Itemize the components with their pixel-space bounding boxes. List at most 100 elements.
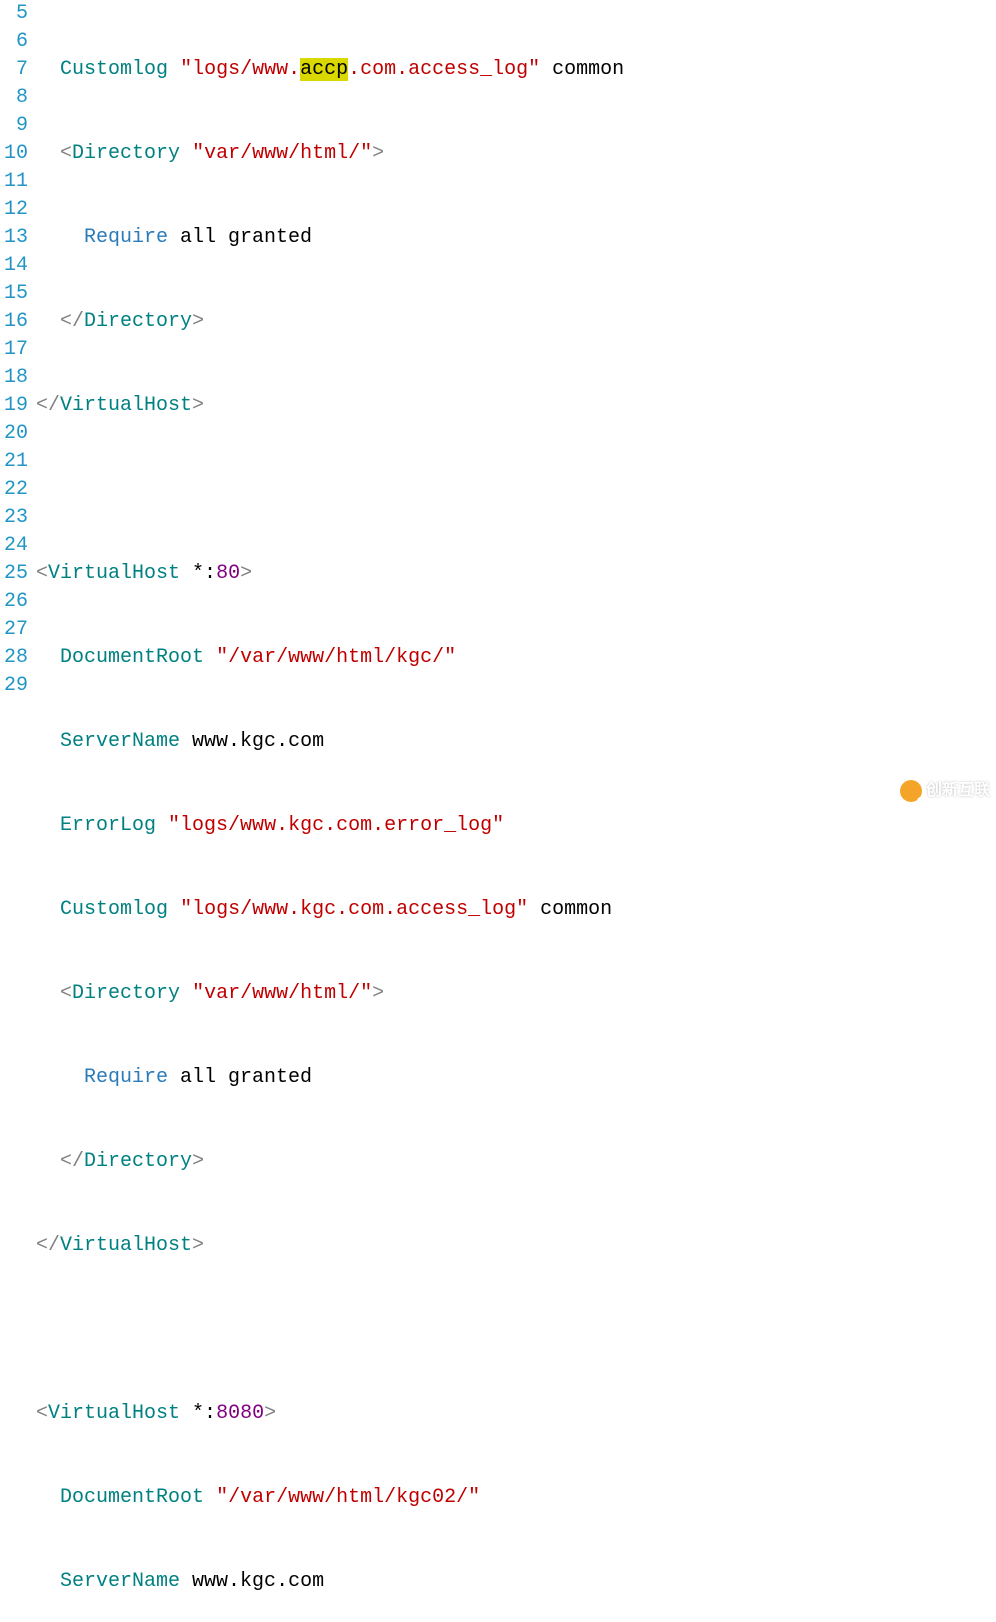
- line-number: 6: [0, 28, 28, 56]
- code-line[interactable]: </Directory>: [36, 308, 996, 336]
- bracket: >: [372, 982, 384, 1005]
- keyword: Customlog: [60, 58, 168, 81]
- keyword: Require: [84, 226, 168, 249]
- keyword: Customlog: [60, 898, 168, 921]
- code-line[interactable]: ServerName www.kgc.com: [36, 728, 996, 756]
- code-line[interactable]: ServerName www.kgc.com: [36, 1568, 996, 1596]
- line-number: 5: [0, 0, 28, 28]
- tag: VirtualHost: [60, 1234, 192, 1257]
- string: "var/www/html/": [192, 982, 372, 1005]
- tag: VirtualHost: [60, 394, 192, 417]
- string: "var/www/html/": [192, 142, 372, 165]
- string: "logs/www.: [180, 58, 300, 81]
- keyword: DocumentRoot: [60, 646, 204, 669]
- bracket: >: [264, 1402, 276, 1425]
- bracket: >: [192, 394, 204, 417]
- code-line[interactable]: DocumentRoot "/var/www/html/kgc/": [36, 644, 996, 672]
- keyword: ServerName: [60, 730, 180, 753]
- code-line[interactable]: [36, 476, 996, 504]
- code-line[interactable]: Require all granted: [36, 1064, 996, 1092]
- code-line[interactable]: DocumentRoot "/var/www/html/kgc02/": [36, 1484, 996, 1512]
- bracket: </: [36, 394, 60, 417]
- bracket: <: [60, 982, 72, 1005]
- text: all granted: [168, 1066, 312, 1089]
- code-area[interactable]: Customlog "logs/www.accp.com.access_log"…: [36, 0, 996, 1622]
- keyword: Require: [84, 1066, 168, 1089]
- text: all granted: [168, 226, 312, 249]
- line-number: 15: [0, 280, 28, 308]
- bracket: >: [192, 1234, 204, 1257]
- line-number: 12: [0, 196, 28, 224]
- keyword: ServerName: [60, 1570, 180, 1593]
- bracket: >: [192, 1150, 204, 1173]
- code-line[interactable]: [36, 1316, 996, 1344]
- tag: VirtualHost: [48, 1402, 180, 1425]
- indent: [36, 58, 60, 81]
- code-line[interactable]: </Directory>: [36, 1148, 996, 1176]
- bracket: >: [372, 142, 384, 165]
- code-line[interactable]: <Directory "var/www/html/">: [36, 980, 996, 1008]
- code-line[interactable]: </VirtualHost>: [36, 1232, 996, 1260]
- string: "/var/www/html/kgc/": [216, 646, 456, 669]
- line-number: 11: [0, 168, 28, 196]
- bracket: >: [192, 310, 204, 333]
- bracket: >: [240, 562, 252, 585]
- code-editor[interactable]: 5678910111213141516171819202122232425262…: [0, 0, 996, 1622]
- bracket: </: [60, 310, 84, 333]
- text: common: [540, 58, 624, 81]
- keyword: DocumentRoot: [60, 1486, 204, 1509]
- watermark-text: 创新互联: [926, 777, 990, 805]
- text: common: [528, 898, 612, 921]
- string: .com.access_log": [348, 58, 540, 81]
- line-number-gutter: 5678910111213141516171819202122232425262…: [0, 0, 36, 1622]
- line-number: 23: [0, 504, 28, 532]
- bracket: <: [60, 142, 72, 165]
- line-number: 19: [0, 392, 28, 420]
- port-number: 80: [216, 562, 240, 585]
- bracket: </: [60, 1150, 84, 1173]
- line-number: 20: [0, 420, 28, 448]
- string: "logs/www.kgc.com.error_log": [168, 814, 504, 837]
- keyword: ErrorLog: [60, 814, 156, 837]
- code-line[interactable]: Require all granted: [36, 224, 996, 252]
- code-line[interactable]: </VirtualHost>: [36, 392, 996, 420]
- line-number: 7: [0, 56, 28, 84]
- bracket: </: [36, 1234, 60, 1257]
- line-number: 16: [0, 308, 28, 336]
- line-number: 24: [0, 532, 28, 560]
- tag: Directory: [72, 142, 180, 165]
- line-number: 27: [0, 616, 28, 644]
- bracket: <: [36, 1402, 48, 1425]
- line-number: 9: [0, 112, 28, 140]
- text: www.kgc.com: [180, 730, 324, 753]
- tag: VirtualHost: [48, 562, 180, 585]
- line-number: 29: [0, 672, 28, 700]
- line-number: 25: [0, 560, 28, 588]
- watermark: 创新互联: [900, 777, 990, 805]
- string: "/var/www/html/kgc02/": [216, 1486, 480, 1509]
- line-number: 28: [0, 644, 28, 672]
- code-line[interactable]: <VirtualHost *:8080>: [36, 1400, 996, 1428]
- tag: Directory: [84, 310, 192, 333]
- line-number: 22: [0, 476, 28, 504]
- code-line[interactable]: Customlog "logs/www.accp.com.access_log"…: [36, 56, 996, 84]
- text: *:: [180, 1402, 216, 1425]
- text: www.kgc.com: [180, 1570, 324, 1593]
- text: *:: [180, 562, 216, 585]
- code-line[interactable]: <VirtualHost *:80>: [36, 560, 996, 588]
- line-number: 21: [0, 448, 28, 476]
- string: "logs/www.kgc.com.access_log": [180, 898, 528, 921]
- port-number: 8080: [216, 1402, 264, 1425]
- code-line[interactable]: Customlog "logs/www.kgc.com.access_log" …: [36, 896, 996, 924]
- line-number: 14: [0, 252, 28, 280]
- highlighted-text: accp: [300, 58, 348, 81]
- code-line[interactable]: ErrorLog "logs/www.kgc.com.error_log": [36, 812, 996, 840]
- line-number: 17: [0, 336, 28, 364]
- line-number: 8: [0, 84, 28, 112]
- line-number: 26: [0, 588, 28, 616]
- watermark-logo-icon: [900, 780, 922, 802]
- code-line[interactable]: <Directory "var/www/html/">: [36, 140, 996, 168]
- bracket: <: [36, 562, 48, 585]
- tag: Directory: [84, 1150, 192, 1173]
- line-number: 13: [0, 224, 28, 252]
